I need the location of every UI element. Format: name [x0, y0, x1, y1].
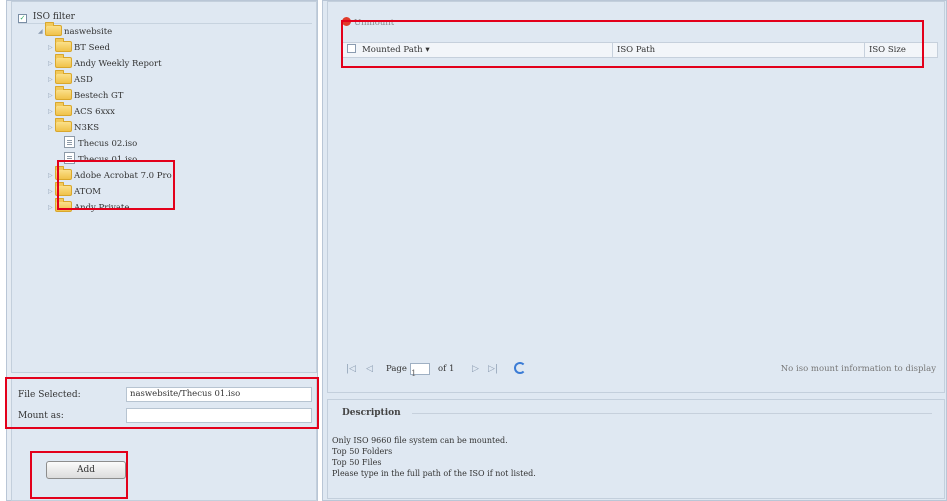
- tree-item-label: N3KS: [74, 123, 100, 133]
- iso-filter-checkbox[interactable]: ✓: [18, 14, 27, 23]
- pager-status: No iso mount information to display: [780, 364, 936, 374]
- collapse-icon[interactable]: ◢: [38, 24, 45, 40]
- right-panel: Unmount Mounted Path ▾ ISO Path ISO Size…: [322, 0, 947, 501]
- expand-icon[interactable]: ▷: [48, 120, 55, 136]
- page-count-label: of 1: [438, 364, 455, 374]
- folder-icon: [55, 86, 72, 100]
- highlight-grid-header: [341, 20, 924, 68]
- expand-icon[interactable]: ▷: [48, 184, 55, 200]
- description-line: Please type in the full path of the ISO …: [332, 469, 536, 478]
- expand-icon[interactable]: ▷: [48, 40, 55, 56]
- refresh-icon[interactable]: [514, 362, 526, 374]
- description-title: Description: [342, 408, 401, 418]
- prev-page-icon[interactable]: ◁: [366, 359, 373, 379]
- page-number-input[interactable]: 1: [410, 363, 430, 379]
- expand-icon[interactable]: ▷: [48, 56, 55, 72]
- expand-icon[interactable]: ▷: [48, 88, 55, 104]
- description-line: Only ISO 9660 file system can be mounted…: [332, 436, 508, 445]
- iso-filter-header[interactable]: ✓ ISO filter: [18, 10, 312, 24]
- folder-icon: [55, 102, 72, 116]
- folder-icon: [55, 54, 72, 68]
- expand-icon[interactable]: ▷: [48, 104, 55, 120]
- tree-root[interactable]: ◢ naswebsite: [38, 22, 113, 40]
- expand-icon[interactable]: ▷: [48, 200, 55, 216]
- folder-icon: [55, 38, 72, 52]
- tree-item-label: Thecus 02.iso: [78, 139, 138, 149]
- grid-pager: |◁ ◁ Page 1 of 1 ▷ ▷| No iso mount infor…: [342, 359, 938, 379]
- expand-icon[interactable]: ▷: [48, 72, 55, 88]
- tree-item-label: Bestech GT: [74, 91, 124, 101]
- tree-iso-item[interactable]: Thecus 02.iso: [64, 136, 137, 152]
- highlight-form-fields: [5, 377, 319, 429]
- description-line: Top 50 Folders: [332, 447, 393, 456]
- folder-icon: [55, 70, 72, 84]
- tree-item-label: ACS 6xxx: [74, 107, 115, 117]
- highlight-add-button: [30, 451, 128, 499]
- tree-item[interactable]: ▷ N3KS: [48, 118, 100, 136]
- folder-open-icon: [45, 22, 62, 36]
- tree-item-label: ASD: [74, 75, 93, 85]
- tree-item-label: BT Seed: [74, 43, 110, 53]
- iso-filter-label: ISO filter: [32, 12, 75, 22]
- tree-root-label: naswebsite: [64, 27, 113, 37]
- divider: [412, 413, 932, 414]
- description-panel: Description Only ISO 9660 file system ca…: [327, 399, 945, 499]
- description-line: Top 50 Files: [332, 458, 382, 467]
- iso-file-icon: [64, 136, 75, 148]
- folder-icon: [55, 118, 72, 132]
- page-label: Page: [386, 364, 407, 374]
- last-page-icon[interactable]: ▷|: [488, 359, 498, 379]
- tree-item[interactable]: ▷ Andy Weekly Report: [48, 54, 162, 72]
- tree-item-label: Andy Weekly Report: [74, 59, 162, 69]
- first-page-icon[interactable]: |◁: [346, 359, 356, 379]
- next-page-icon[interactable]: ▷: [472, 359, 479, 379]
- expand-icon[interactable]: ▷: [48, 168, 55, 184]
- highlight-iso-files: [57, 160, 175, 210]
